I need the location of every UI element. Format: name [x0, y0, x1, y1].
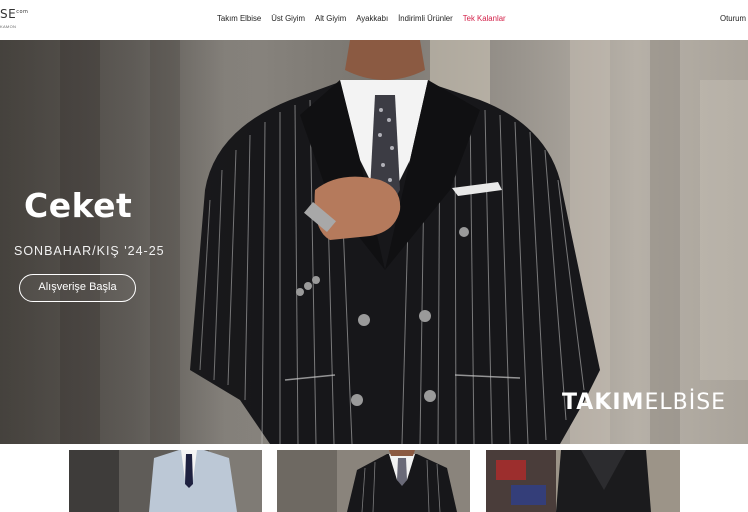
shop-now-button[interactable]: Alışverişe Başla [19, 274, 136, 302]
logo-subtext: KAMON [0, 24, 17, 29]
thumbnail-dark-suit[interactable] [486, 450, 680, 512]
nav-item-shoes[interactable]: Ayakkabı [356, 14, 388, 23]
brand-watermark: TAKIMELBİSE [562, 390, 726, 415]
site-header: SEcom KAMON Takım Elbise Üst Giyim Alt G… [0, 0, 748, 40]
brand-light: ELBİSE [644, 390, 727, 415]
logo-text: SE [0, 7, 17, 21]
hero-title: Ceket [24, 186, 133, 225]
site-logo[interactable]: SEcom KAMON [0, 7, 40, 35]
logo-superscript: com [16, 9, 29, 15]
light-gray-suit-photo-icon [69, 450, 262, 512]
product-thumbnails [0, 444, 748, 512]
nav-item-last-items[interactable]: Tek Kalanlar [463, 14, 506, 23]
main-nav: Takım Elbise Üst Giyim Alt Giyim Ayakkab… [217, 14, 516, 23]
thumbnail-light-suit[interactable] [69, 450, 262, 512]
nav-item-sale[interactable]: İndirimli Ürünler [398, 14, 453, 23]
login-link[interactable]: Oturum [720, 14, 746, 23]
thumbnail-pinstripe-suit[interactable] [277, 450, 470, 512]
nav-item-suits[interactable]: Takım Elbise [217, 14, 261, 23]
hero-text-overlay [0, 40, 260, 444]
brand-bold: TAKIM [562, 390, 645, 415]
pinstripe-suit-photo-icon [277, 450, 470, 512]
nav-item-bottoms[interactable]: Alt Giyim [315, 14, 346, 23]
logo-wordmark: SEcom [0, 7, 28, 21]
hero-subtitle: SONBAHAR/KIŞ '24-25 [14, 244, 165, 258]
dark-suit-photo-icon [486, 450, 680, 512]
hero-banner[interactable]: Ceket SONBAHAR/KIŞ '24-25 Alışverişe Baş… [0, 40, 748, 444]
nav-item-tops[interactable]: Üst Giyim [271, 14, 305, 23]
